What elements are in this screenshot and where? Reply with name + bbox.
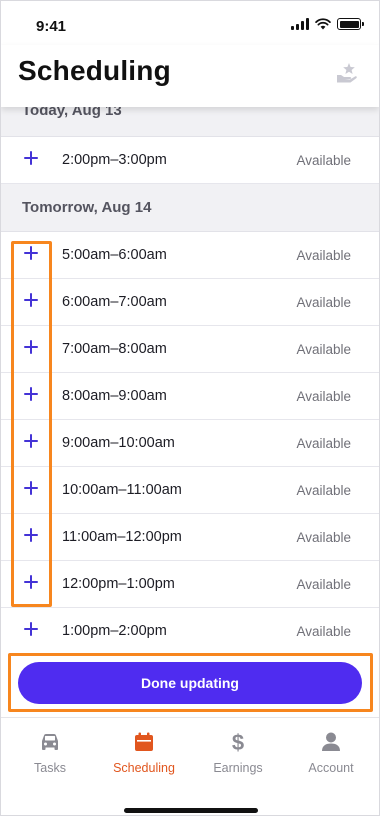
cellular-signal-icon [291,18,309,30]
section-header-tomorrow: Tomorrow, Aug 14 [1,184,379,232]
slot-status: Available [296,435,351,451]
slot-status: Available [296,623,351,639]
time-slot-row[interactable]: 10:00am–11:00am Available [1,467,379,514]
time-slot-row[interactable]: 12:00pm–1:00pm Available [1,561,379,608]
car-icon [42,734,58,750]
plus-buttons-highlight [11,241,52,607]
slot-status: Available [296,482,351,498]
slot-status: Available [296,388,351,404]
schedule-list[interactable]: Today, Aug 13 2:00pm–3:00pm Available To… [1,85,379,651]
time-slot-row[interactable]: 7:00am–8:00am Available [1,326,379,373]
slot-status: Available [296,529,351,545]
page-header: Scheduling [1,45,379,107]
tab-account[interactable]: Account [286,730,376,775]
slot-status: Available [296,152,351,168]
slot-time: 1:00pm–2:00pm [62,623,167,639]
status-bar: 9:41 [1,1,379,45]
tab-label: Earnings [213,761,263,775]
person-icon [322,732,340,751]
home-indicator[interactable] [124,808,258,813]
slot-time: 5:00am–6:00am [62,247,167,263]
time-slot-row[interactable]: 9:00am–10:00am Available [1,420,379,467]
slot-status: Available [296,576,351,592]
tab-tasks[interactable]: Tasks [5,730,95,775]
slot-status: Available [296,294,351,310]
slot-time: 2:00pm–3:00pm [62,152,167,168]
add-slot-plus-icon[interactable] [24,622,38,636]
time-slot-row[interactable]: 11:00am–12:00pm Available [1,514,379,561]
slot-status: Available [296,247,351,263]
battery-icon [337,18,364,30]
dollar-icon: $ [232,730,244,754]
status-time: 9:41 [36,18,67,35]
slot-status: Available [296,341,351,357]
status-icons [291,18,364,30]
slot-time: 9:00am–10:00am [62,435,175,451]
tab-label: Tasks [34,761,66,775]
tab-label: Scheduling [113,761,175,775]
time-slot-row[interactable]: 6:00am–7:00am Available [1,279,379,326]
slot-time: 10:00am–11:00am [62,482,182,498]
time-slot-row[interactable]: 2:00pm–3:00pm Available [1,137,379,184]
calendar-icon [135,732,153,751]
tab-earnings[interactable]: $ Earnings [193,730,283,775]
add-slot-plus-icon[interactable] [24,151,38,165]
time-slot-row[interactable]: 8:00am–9:00am Available [1,373,379,420]
page-title: Scheduling [18,55,171,86]
wifi-icon [315,18,331,30]
tab-bar: Tasks Scheduling $ Earnings Account [1,717,379,815]
phone-screen: 9:41 Scheduling Today, Aug 13 2:00pm–3:0… [0,0,380,816]
star-hand-icon[interactable] [335,61,359,85]
done-button-highlight [8,653,373,712]
slot-time: 6:00am–7:00am [62,294,167,310]
slot-time: 12:00pm–1:00pm [62,576,175,592]
time-slot-row[interactable]: 5:00am–6:00am Available [1,232,379,279]
slot-time: 11:00am–12:00pm [62,529,182,545]
tab-scheduling[interactable]: Scheduling [99,730,189,775]
slot-time: 7:00am–8:00am [62,341,167,357]
slot-time: 8:00am–9:00am [62,388,167,404]
time-slot-row[interactable]: 1:00pm–2:00pm Available [1,608,379,651]
svg-text:$: $ [232,730,244,754]
tab-label: Account [308,761,354,775]
